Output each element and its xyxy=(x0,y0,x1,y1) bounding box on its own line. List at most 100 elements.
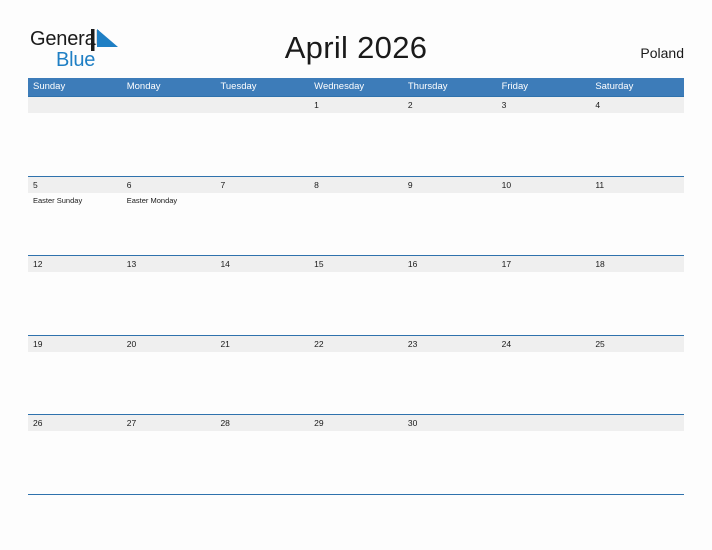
day-number: 23 xyxy=(407,338,418,349)
day-event-cell[interactable] xyxy=(590,113,684,115)
day-cell[interactable]: 30 xyxy=(403,415,497,431)
day-cell[interactable]: 20 xyxy=(122,336,216,352)
day-cell[interactable]: 6 xyxy=(122,177,216,193)
day-event-cell[interactable] xyxy=(309,113,403,115)
day-event-cell[interactable] xyxy=(215,272,309,274)
weekday-header-sunday: Sunday xyxy=(33,81,66,92)
day-cell[interactable]: 25 xyxy=(590,336,684,352)
day-cell[interactable]: 4 xyxy=(590,97,684,113)
day-event-cell[interactable] xyxy=(309,431,403,433)
week-row: 12 13 14 15 16 17 18 xyxy=(28,255,684,335)
day-cell[interactable]: 12 xyxy=(28,256,122,272)
day-event-cell[interactable] xyxy=(215,113,309,115)
day-number: 8 xyxy=(314,179,319,190)
day-cell[interactable]: 8 xyxy=(309,177,403,193)
day-event-cell[interactable] xyxy=(403,113,497,115)
day-event-cell[interactable] xyxy=(28,431,122,433)
day-cell[interactable]: 14 xyxy=(215,256,309,272)
week-row: 1 2 3 4 xyxy=(28,96,684,176)
day-cell[interactable]: 24 xyxy=(497,336,591,352)
day-number: 18 xyxy=(595,259,605,269)
day-cell[interactable] xyxy=(215,97,309,113)
day-number: 29 xyxy=(314,418,324,428)
day-cell[interactable]: 13 xyxy=(122,256,216,272)
day-event-cell[interactable] xyxy=(403,272,497,274)
day-cell[interactable]: 29 xyxy=(309,415,403,431)
day-cell[interactable]: 23 xyxy=(403,336,497,352)
day-event-cell[interactable] xyxy=(122,352,216,354)
day-event-cell[interactable] xyxy=(215,431,309,433)
day-event-cell[interactable] xyxy=(122,272,216,274)
holiday-label: Easter Sunday xyxy=(33,195,83,205)
day-event-cell[interactable] xyxy=(497,431,591,433)
day-event-cell[interactable] xyxy=(403,431,497,433)
day-number: 7 xyxy=(220,179,226,190)
day-event-cell[interactable]: Easter Monday xyxy=(122,193,216,206)
day-event-cell[interactable] xyxy=(590,431,684,433)
day-number: 11 xyxy=(595,179,605,190)
day-number: 2 xyxy=(407,100,413,110)
day-cell[interactable]: 22 xyxy=(309,336,403,352)
event-band: Easter Sunday Easter Monday xyxy=(28,193,684,206)
day-number: 14 xyxy=(220,259,230,269)
day-event-cell[interactable] xyxy=(122,113,216,115)
day-event-cell[interactable] xyxy=(497,272,591,274)
day-cell[interactable]: 26 xyxy=(28,415,122,431)
weekday-header-thursday: Thursday xyxy=(407,81,448,92)
page-header: General Blue April 2026 Poland xyxy=(0,0,712,78)
day-cell[interactable]: 27 xyxy=(122,415,216,431)
day-event-cell[interactable] xyxy=(28,272,122,274)
day-number: 3 xyxy=(501,100,507,110)
day-event-cell[interactable] xyxy=(497,113,591,115)
day-cell[interactable]: 1 xyxy=(309,97,403,113)
day-cell[interactable] xyxy=(122,97,216,113)
country-label: Poland xyxy=(640,45,684,61)
day-number: 17 xyxy=(501,259,512,269)
day-event-cell[interactable] xyxy=(28,113,122,115)
day-number: 10 xyxy=(501,179,512,190)
date-number-band: 5 6 7 8 9 10 11 xyxy=(28,176,684,193)
day-event-cell[interactable] xyxy=(590,272,684,274)
day-event-cell[interactable] xyxy=(590,352,684,354)
day-event-cell[interactable] xyxy=(215,352,309,354)
date-number-band: 12 13 14 15 16 17 18 xyxy=(28,256,684,272)
day-event-cell[interactable] xyxy=(215,193,309,206)
day-event-cell[interactable] xyxy=(309,272,403,274)
day-event-cell[interactable] xyxy=(403,352,497,354)
day-number: 25 xyxy=(595,338,605,349)
page-title: April 2026 xyxy=(284,30,428,65)
day-cell[interactable]: 2 xyxy=(403,97,497,113)
day-cell[interactable]: 11 xyxy=(590,177,684,193)
day-cell[interactable]: 5 xyxy=(28,177,122,193)
day-event-cell[interactable] xyxy=(309,352,403,354)
weekday-header-row: Sunday Monday Tuesday Wednesday Thursday Frid… xyxy=(28,78,684,96)
weekday-header-wednesday: Wednesday xyxy=(314,81,365,92)
day-event-cell[interactable] xyxy=(309,193,403,206)
day-number: 19 xyxy=(33,338,43,349)
day-cell[interactable]: 9 xyxy=(403,177,497,193)
day-cell[interactable]: 3 xyxy=(497,97,591,113)
week-row: 26 27 28 29 30 xyxy=(28,414,684,494)
day-number: 21 xyxy=(220,338,230,349)
day-event-cell[interactable] xyxy=(122,431,216,433)
day-event-cell[interactable] xyxy=(590,193,684,206)
day-event-cell[interactable]: Easter Sunday xyxy=(28,193,122,206)
day-event-cell[interactable] xyxy=(403,193,497,206)
day-cell[interactable]: 16 xyxy=(403,256,497,272)
day-cell[interactable]: 15 xyxy=(309,256,403,272)
day-cell[interactable]: 21 xyxy=(215,336,309,352)
weekday-header-tuesday: Tuesday xyxy=(220,81,257,92)
day-event-cell[interactable] xyxy=(497,193,591,206)
day-cell[interactable]: 7 xyxy=(215,177,309,193)
day-cell[interactable]: 17 xyxy=(497,256,591,272)
day-cell[interactable]: 28 xyxy=(215,415,309,431)
day-number: 28 xyxy=(220,418,230,428)
day-event-cell[interactable] xyxy=(28,352,122,354)
day-cell[interactable] xyxy=(497,415,591,431)
day-event-cell[interactable] xyxy=(497,352,591,354)
day-cell[interactable]: 19 xyxy=(28,336,122,352)
day-cell[interactable]: 18 xyxy=(590,256,684,272)
day-cell[interactable] xyxy=(28,97,122,113)
day-cell[interactable] xyxy=(590,415,684,431)
day-cell[interactable]: 10 xyxy=(497,177,591,193)
